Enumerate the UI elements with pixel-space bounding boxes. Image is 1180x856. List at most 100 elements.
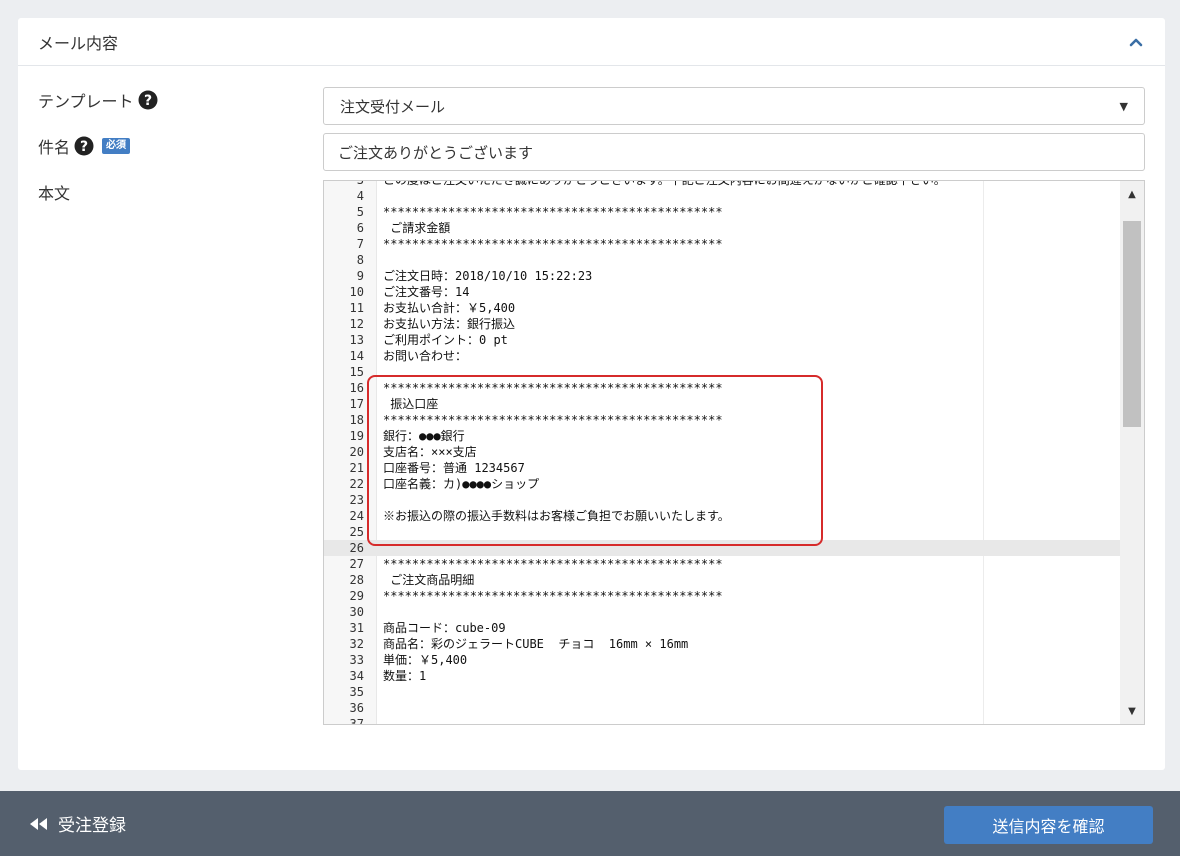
editor-line[interactable]: 28 ご注文商品明細: [324, 572, 1120, 588]
line-text: [364, 684, 383, 700]
line-text: [364, 492, 383, 508]
editor-line[interactable]: 20 支店名：×××支店: [324, 444, 1120, 460]
editor-line[interactable]: 34 数量：1: [324, 668, 1120, 684]
editor-line[interactable]: 37 --------------------------------------…: [324, 716, 1120, 725]
line-text: [364, 188, 383, 204]
subject-input[interactable]: ご注文ありがとうございます: [323, 133, 1145, 171]
editor-line[interactable]: 8: [324, 252, 1120, 268]
editor-line[interactable]: 24 ※お振込の際の振込手数料はお客様ご負担でお願いいたします。: [324, 508, 1120, 524]
editor-line[interactable]: 36: [324, 700, 1120, 716]
line-number: 9: [356, 269, 364, 283]
line-number: 36: [349, 701, 364, 715]
line-text: 商品コード：cube-09: [383, 621, 506, 635]
line-number: 8: [356, 253, 364, 267]
editor-line[interactable]: 29 **************************************…: [324, 588, 1120, 604]
line-number: 4: [356, 189, 364, 203]
line-number: 7: [356, 237, 364, 251]
line-number: 5: [356, 205, 364, 219]
editor-line[interactable]: 19 銀行：●●●銀行: [324, 428, 1120, 444]
template-label: テンプレート: [38, 92, 134, 111]
svg-text:?: ?: [80, 139, 88, 155]
editor-line[interactable]: 25: [324, 524, 1120, 540]
line-text: ----------------------------------------…: [383, 717, 723, 725]
editor-line[interactable]: 33 単価：￥5,400: [324, 652, 1120, 668]
line-number: 6: [356, 221, 364, 235]
line-number: 14: [349, 349, 364, 363]
line-number: 22: [349, 477, 364, 491]
line-number: 25: [349, 525, 364, 539]
editor-line[interactable]: 18 **************************************…: [324, 412, 1120, 428]
line-text: ご請求金額: [383, 221, 451, 235]
line-number: 10: [349, 285, 364, 299]
editor-line[interactable]: 30: [324, 604, 1120, 620]
caret-down-icon: ▼: [1119, 99, 1128, 113]
editor-line[interactable]: 17 振込口座: [324, 396, 1120, 412]
line-text: ****************************************…: [383, 557, 723, 571]
line-text: ご注文日時：2018/10/10 15:22:23: [383, 269, 593, 283]
template-selected-value: 注文受付メール: [340, 97, 446, 116]
line-text: 単価：￥5,400: [383, 653, 468, 667]
editor-line[interactable]: 11 お支払い合計：￥5,400: [324, 300, 1120, 316]
line-number: 21: [349, 461, 364, 475]
line-text: 口座番号：普通 1234567: [383, 461, 525, 475]
line-text: [364, 604, 383, 620]
line-number: 15: [349, 365, 364, 379]
editor-line[interactable]: 10 ご注文番号：14: [324, 284, 1120, 300]
confirm-send-button[interactable]: 送信内容を確認: [944, 806, 1153, 844]
editor-line[interactable]: 31 商品コード：cube-09: [324, 620, 1120, 636]
scroll-up-icon[interactable]: ▲: [1120, 183, 1144, 205]
editor-line[interactable]: 22 口座名義：カ)●●●●ショップ: [324, 476, 1120, 492]
question-circle-icon[interactable]: ?: [138, 90, 158, 110]
editor-line[interactable]: 23: [324, 492, 1120, 508]
editor-line[interactable]: 16 **************************************…: [324, 380, 1120, 396]
line-text: 銀行：●●●銀行: [383, 429, 465, 443]
editor-line[interactable]: 27 **************************************…: [324, 556, 1120, 572]
line-number: 32: [349, 637, 364, 651]
editor-line[interactable]: 14 お問い合わせ：: [324, 348, 1120, 364]
svg-text:?: ?: [143, 93, 151, 109]
editor-line[interactable]: 15: [324, 364, 1120, 380]
editor-line[interactable]: 5 ***************************************…: [324, 204, 1120, 220]
editor-line[interactable]: 26: [324, 540, 1120, 556]
editor-line[interactable]: 21 口座番号：普通 1234567: [324, 460, 1120, 476]
editor-line[interactable]: 4: [324, 188, 1120, 204]
required-badge: 必須: [102, 138, 131, 154]
editor-scrollbar[interactable]: ▲ ▼: [1120, 181, 1144, 724]
line-text: 商品名：彩のジェラートCUBE チョコ 16mm × 16mm: [383, 637, 689, 651]
line-text: 支店名：×××支店: [383, 445, 477, 459]
back-link-label: 受注登録: [58, 816, 126, 836]
question-circle-icon[interactable]: ?: [74, 136, 94, 156]
line-number: 13: [349, 333, 364, 347]
editor-lines: 3 この度はご注文いただき誠にありがとうございます。下記ご注文内容にお間違えがない…: [324, 180, 1120, 725]
line-text: ****************************************…: [383, 381, 723, 395]
editor-line[interactable]: 32 商品名：彩のジェラートCUBE チョコ 16mm × 16mm: [324, 636, 1120, 652]
line-number: 35: [349, 685, 364, 699]
editor-line[interactable]: 35: [324, 684, 1120, 700]
editor-line[interactable]: 7 ***************************************…: [324, 236, 1120, 252]
editor-line[interactable]: 13 ご利用ポイント：0 pt: [324, 332, 1120, 348]
editor-line[interactable]: 6 ご請求金額: [324, 220, 1120, 236]
line-text: ****************************************…: [383, 413, 723, 427]
template-select[interactable]: 注文受付メール ▼: [323, 87, 1145, 125]
line-text: [364, 524, 383, 540]
line-number: 3: [356, 180, 364, 187]
scroll-down-icon[interactable]: ▼: [1120, 700, 1144, 722]
backward-icon: [28, 816, 50, 832]
line-number: 34: [349, 669, 364, 683]
chevron-up-icon[interactable]: [1127, 33, 1145, 51]
line-text: この度はご注文いただき誠にありがとうございます。下記ご注文内容にお間違えがないか…: [383, 180, 946, 187]
scrollbar-thumb[interactable]: [1123, 221, 1141, 427]
line-number: 11: [349, 301, 364, 315]
line-text: 振込口座: [383, 397, 439, 411]
line-number: 18: [349, 413, 364, 427]
template-label-row: テンプレート ?: [38, 88, 158, 112]
card-header: メール内容: [18, 18, 1165, 66]
line-text: ****************************************…: [383, 589, 723, 603]
editor-line[interactable]: 9 ご注文日時：2018/10/10 15:22:23: [324, 268, 1120, 284]
editor-line[interactable]: 12 お支払い方法：銀行振込: [324, 316, 1120, 332]
body-editor[interactable]: 3 この度はご注文いただき誠にありがとうございます。下記ご注文内容にお間違えがない…: [323, 180, 1145, 725]
line-number: 12: [349, 317, 364, 331]
footer-bar: 受注登録 送信内容を確認: [0, 791, 1180, 856]
back-to-order-link[interactable]: 受注登録: [28, 811, 126, 836]
editor-line[interactable]: 3 この度はご注文いただき誠にありがとうございます。下記ご注文内容にお間違えがない…: [324, 180, 1120, 188]
